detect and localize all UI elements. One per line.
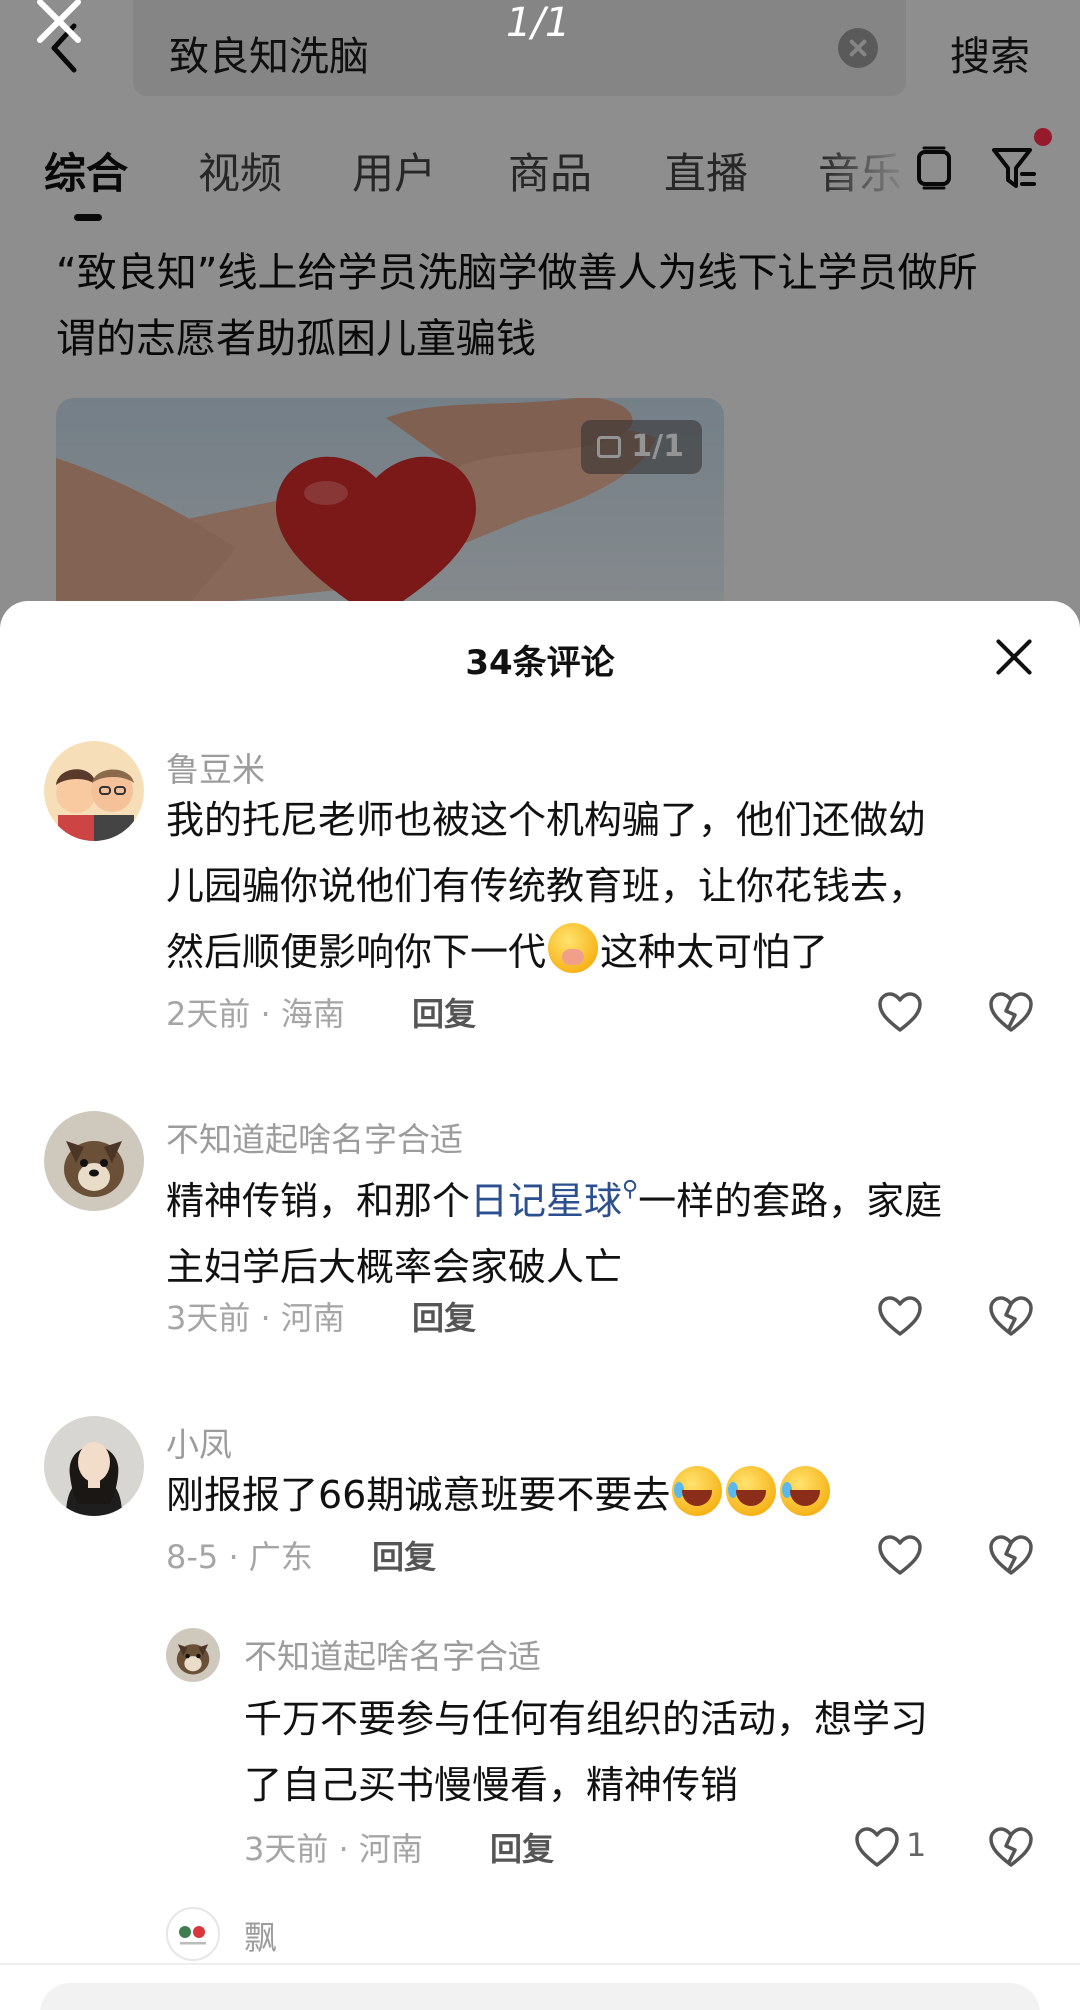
comment-text: 我的托尼老师也被这个机构骗了，他们还做幼 儿园骗你说他们有传统教育班，让你花钱去… [166, 787, 926, 985]
laughing-crying-emoji-icon [672, 1466, 723, 1516]
comment-username[interactable]: 小凤 [166, 1418, 232, 1466]
avatar[interactable] [166, 1628, 220, 1682]
avatar[interactable] [44, 741, 144, 841]
layout-toggle-icon[interactable] [914, 146, 954, 190]
laughing-crying-emoji-icon [726, 1466, 777, 1516]
close-comments-button[interactable] [994, 637, 1034, 677]
like-heart-icon[interactable] [854, 1826, 900, 1868]
comment-text-line: 精神传销，和那个日记星球⚲一样的套路，家庭 [166, 1157, 942, 1234]
puppy-avatar-icon [166, 1628, 220, 1682]
comment-text-segment: 这种太可怕了 [600, 930, 829, 974]
reply-button[interactable]: 回复 [372, 1532, 436, 1578]
comment-text-line: 主妇学后大概率会家破人亡 [166, 1245, 623, 1289]
like-heart-icon[interactable] [877, 991, 923, 1033]
active-tab-indicator [74, 214, 102, 221]
reply-button[interactable]: 回复 [412, 1293, 476, 1339]
broken-heart-icon[interactable] [988, 1534, 1034, 1576]
comment-text-line: 刚报报了66期诚意班要不要去 [166, 1462, 832, 1528]
broken-heart-icon[interactable] [988, 1295, 1034, 1337]
viewer-page-counter: 1/1 [506, 0, 571, 46]
logo-avatar-icon [168, 1909, 218, 1959]
search-link-icon: ⚲ [622, 1177, 639, 1202]
comment-meta: 2天前 · 海南 [166, 995, 345, 1033]
close-viewer-icon[interactable] [32, 0, 92, 46]
search-link[interactable]: 日记星球 [470, 1179, 622, 1223]
article-title[interactable]: “致良知”线上给学员洗脑学做善人为线下让学员做所谓的志愿者助孤困儿童骗钱 [56, 240, 1016, 372]
portrait-avatar-icon [44, 1416, 144, 1516]
comment-input-bar[interactable] [40, 1983, 1040, 2010]
comment-text-segment: 然后顺便影响你下一代 [166, 930, 547, 974]
comment-meta: 8-5 · 广东 [166, 1538, 313, 1576]
article-image[interactable]: 1/1 [56, 398, 724, 620]
broken-heart-icon[interactable] [988, 1826, 1034, 1868]
image-count-text: 1/1 [631, 429, 684, 464]
cartoon-couple-avatar-icon [44, 741, 144, 841]
comments-sheet: 34条评论 鲁豆米 我的托尼老师也被这个机构骗了，他们还做幼 儿园骗你说他们有传… [0, 601, 1080, 2010]
like-heart-icon[interactable] [877, 1295, 923, 1337]
comment-meta: 3天前 · 河南 [166, 1299, 345, 1337]
comment-text-segment: 一样的套路，家庭 [638, 1179, 943, 1223]
comment-text-segment: 刚报报了66期诚意班要不要去 [166, 1473, 671, 1517]
comment-username[interactable]: 不知道起啥名字合适 [166, 1113, 463, 1161]
search-query-text: 致良知洗脑 [169, 34, 369, 80]
image-count-badge: 1/1 [581, 420, 702, 474]
filter-icon[interactable] [990, 144, 1038, 192]
tab-video[interactable]: 视频 [198, 140, 282, 201]
tab-comprehensive[interactable]: 综合 [44, 140, 128, 201]
comment-text: 千万不要参与任何有组织的活动，想学习 了自己买书慢慢看，精神传销 [244, 1686, 928, 1818]
avatar[interactable] [44, 1111, 144, 1211]
input-divider [0, 1963, 1080, 1965]
filter-notification-dot [1034, 128, 1052, 146]
comment-text-line: 儿园骗你说他们有传统教育班，让你花钱去， [166, 864, 927, 908]
avatar[interactable] [44, 1416, 144, 1516]
multi-image-icon [597, 436, 622, 458]
tab-users[interactable]: 用户 [352, 140, 436, 201]
tab-live[interactable]: 直播 [664, 140, 748, 201]
avatar[interactable] [166, 1907, 220, 1961]
comment-text-line: 了自己买书慢慢看，精神传销 [244, 1763, 739, 1807]
clear-search-icon[interactable] [838, 28, 878, 68]
tab-products[interactable]: 商品 [508, 140, 592, 201]
comment-text: 刚报报了66期诚意班要不要去 [166, 1462, 832, 1528]
comments-count-title: 34条评论 [465, 643, 615, 683]
laughing-crying-emoji-icon [780, 1466, 831, 1516]
search-results-page: 致良知洗脑 搜索 综合 视频 用户 商品 直播 音乐 “致良知”线上给学员洗脑学… [0, 0, 1080, 620]
comment-text-line: 然后顺便影响你下一代 这种太可怕了 [166, 919, 926, 985]
comment-text-line: 千万不要参与任何有组织的活动，想学习 [244, 1697, 929, 1741]
comment-username[interactable]: 鲁豆米 [166, 743, 265, 791]
comment-text-line: 我的托尼老师也被这个机构骗了，他们还做幼 [166, 798, 927, 842]
scared-face-emoji-icon [548, 923, 599, 973]
like-count: 1 [906, 1826, 927, 1864]
comment-username[interactable]: 飘 [244, 1911, 277, 1959]
puppy-avatar-icon [44, 1111, 144, 1211]
comment-text-segment: 精神传销，和那个 [166, 1179, 471, 1223]
reply-button[interactable]: 回复 [412, 989, 476, 1035]
result-tabs: 综合 视频 用户 商品 直播 音乐 [0, 130, 1080, 230]
reply-button[interactable]: 回复 [490, 1824, 554, 1870]
broken-heart-icon[interactable] [988, 991, 1034, 1033]
comment-meta: 3天前 · 河南 [244, 1830, 423, 1868]
search-button[interactable]: 搜索 [950, 24, 1030, 82]
comment-username[interactable]: 不知道起啥名字合适 [244, 1630, 541, 1678]
like-heart-icon[interactable] [877, 1534, 923, 1576]
comment-text: 精神传销，和那个日记星球⚲一样的套路，家庭 主妇学后大概率会家破人亡 [166, 1157, 942, 1300]
tabs-fade-overlay [820, 130, 910, 210]
